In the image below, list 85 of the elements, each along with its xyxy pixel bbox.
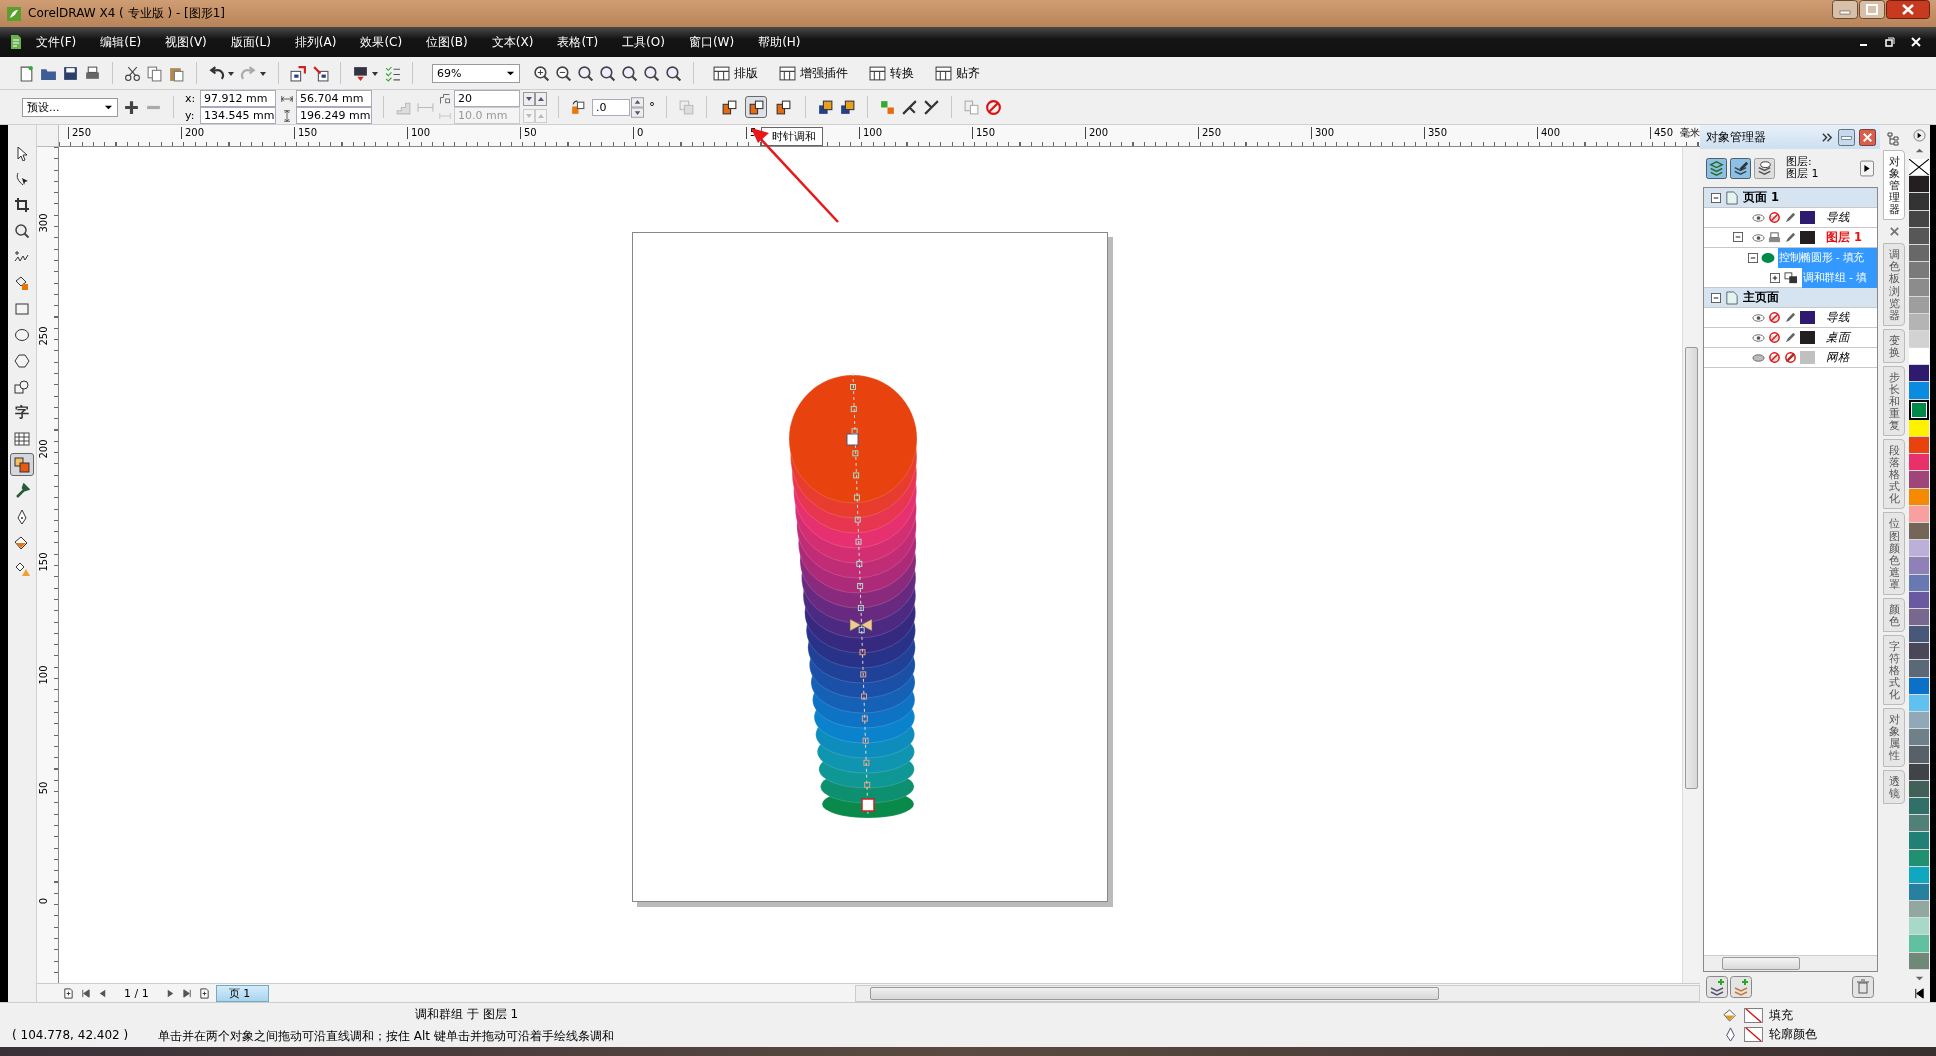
menu-item[interactable]: 文本(X) bbox=[479, 33, 546, 51]
layer-name: 网格 bbox=[1826, 350, 1850, 365]
menu-item[interactable]: 效果(C) bbox=[348, 33, 415, 51]
menu-item[interactable]: 编辑(E) bbox=[88, 33, 154, 51]
fill-label: 填充 bbox=[1769, 1007, 1793, 1024]
layer-name: 图层 1 bbox=[1826, 230, 1862, 245]
docker-tab[interactable]: 字符格式化 bbox=[1883, 634, 1905, 706]
docker-tab[interactable]: 透镜 bbox=[1883, 769, 1905, 804]
current-layer: 图层 1 bbox=[1786, 168, 1820, 180]
docker-tab[interactable]: 步长和重复 bbox=[1883, 365, 1905, 437]
ruler-label: 50 bbox=[38, 781, 50, 795]
ruler-label: 200 bbox=[181, 127, 205, 139]
ruler-label: 400 bbox=[1537, 127, 1561, 139]
ruler-label: 100 bbox=[407, 127, 431, 139]
selection-info: 调和群组 于 图层 1 bbox=[414, 1005, 520, 1023]
docker-tab[interactable]: 对象属性 bbox=[1883, 708, 1905, 767]
layer-name: 导线 bbox=[1826, 210, 1850, 225]
tree-row[interactable]: 桌面 bbox=[1704, 328, 1877, 348]
window-title: CorelDRAW X4 ( 专业版 ) - [图形1] bbox=[28, 5, 226, 22]
docker-tab[interactable]: 对象管理器 bbox=[1883, 150, 1905, 221]
docker-tab[interactable]: 段落格式化 bbox=[1883, 439, 1905, 510]
width-field[interactable]: 56.704 mm bbox=[296, 90, 372, 107]
menu-item[interactable]: 视图(V) bbox=[153, 33, 219, 51]
ruler-label: 250 bbox=[68, 127, 92, 139]
toolbar-button[interactable]: 转换 bbox=[861, 64, 922, 82]
steps-field[interactable]: 20 bbox=[454, 90, 520, 107]
tree-row[interactable]: 导线 bbox=[1704, 208, 1877, 228]
tree-row[interactable]: 导线 bbox=[1704, 308, 1877, 328]
ruler-label: 100 bbox=[38, 665, 50, 685]
toolbar-button[interactable]: 排版 bbox=[705, 64, 766, 82]
tool-button[interactable]: 字 bbox=[10, 401, 34, 424]
ruler-label: 150 bbox=[38, 552, 50, 572]
menu-item[interactable]: 表格(T) bbox=[545, 33, 611, 51]
toolbar-button[interactable]: 贴齐 bbox=[927, 64, 988, 82]
menu-item[interactable]: 文件(F) bbox=[24, 33, 89, 51]
rotation-field[interactable]: .0 bbox=[592, 98, 630, 116]
y-label: y: bbox=[185, 109, 196, 122]
x-field[interactable]: 97.912 mm bbox=[200, 90, 276, 107]
cursor-coordinates: ( 104.778, 42.402 ) bbox=[11, 1027, 130, 1044]
ruler-label: 250 bbox=[1198, 127, 1222, 139]
menu-item[interactable]: 位图(B) bbox=[414, 33, 480, 51]
menu-item[interactable]: 窗口(W) bbox=[676, 33, 747, 51]
docker-tab[interactable]: 位图颜色遮罩 bbox=[1883, 512, 1905, 595]
layer-name: 桌面 bbox=[1826, 330, 1850, 345]
menu-item[interactable]: 版面(L) bbox=[218, 33, 283, 51]
preset-dropdown[interactable]: 预设... bbox=[22, 97, 118, 117]
ruler-label: 300 bbox=[1311, 127, 1335, 139]
ruler-label: 350 bbox=[1424, 127, 1448, 139]
layer-label: 图层: bbox=[1786, 156, 1813, 168]
page-name: 主页面 bbox=[1743, 290, 1779, 305]
menu-item[interactable]: 帮助(H) bbox=[746, 33, 813, 51]
docker-tab[interactable]: 变换 bbox=[1883, 328, 1905, 363]
x-label: x: bbox=[185, 92, 197, 105]
docker-tab[interactable]: 颜色 bbox=[1883, 597, 1905, 632]
hint-text: 单击并在两个对象之间拖动可沿直线调和；按住 Alt 键单击并拖动可沿着手绘线条调和 bbox=[158, 1027, 614, 1045]
toolbar-button[interactable]: 增强插件 bbox=[771, 64, 856, 82]
tree-row[interactable]: 网格 bbox=[1704, 348, 1877, 368]
y-field[interactable]: 134.545 mm bbox=[200, 107, 276, 124]
panel-title: 对象管理器 bbox=[1706, 128, 1767, 146]
ruler-label: 200 bbox=[38, 439, 50, 459]
page-count: 1 / 1 bbox=[123, 986, 150, 1000]
ruler-label: 0 bbox=[38, 897, 50, 905]
ruler-label: 150 bbox=[294, 127, 318, 139]
height-field[interactable]: 196.249 mm bbox=[296, 107, 372, 124]
degree-sign: ° bbox=[649, 100, 655, 114]
layer-name: 导线 bbox=[1826, 310, 1850, 325]
page-name: 页面 1 bbox=[1743, 190, 1779, 205]
menu-item[interactable]: 工具(O) bbox=[610, 33, 677, 51]
ruler-label: 0 bbox=[633, 127, 644, 139]
tooltip: 时针调和 bbox=[761, 127, 823, 146]
menu-item[interactable]: 排列(A) bbox=[282, 33, 349, 51]
zoom-dropdown[interactable]: 69% bbox=[432, 63, 520, 83]
outline-label: 轮廓颜色 bbox=[1769, 1026, 1817, 1043]
ruler-unit: 毫米 bbox=[1680, 127, 1700, 139]
ruler-label: 150 bbox=[972, 127, 996, 139]
docker-tab[interactable]: 调色板浏览器 bbox=[1883, 243, 1905, 326]
ruler-label: 250 bbox=[38, 326, 50, 346]
ruler-label: 100 bbox=[859, 127, 883, 139]
page-tab[interactable]: 页 1 bbox=[215, 984, 270, 1002]
tree-row[interactable]: 主页面 bbox=[1704, 288, 1877, 308]
ruler-label: 200 bbox=[1085, 127, 1109, 139]
tree-row[interactable]: 页面 1 bbox=[1704, 188, 1877, 208]
ruler-label: 450 bbox=[1650, 127, 1674, 139]
ruler-label: 300 bbox=[38, 213, 50, 233]
ruler-label: 50 bbox=[520, 127, 537, 139]
